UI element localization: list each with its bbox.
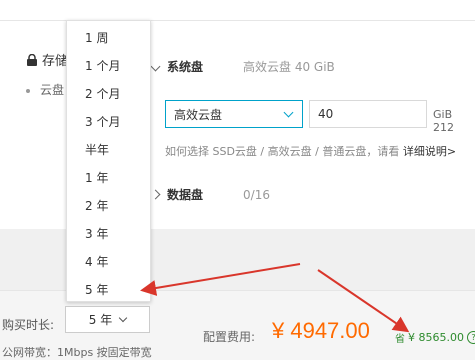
bandwidth-info: 公网带宽：1Mbps 按固定带宽 (2, 346, 152, 359)
disk-help-text: 如何选择 SSD云盘 / 高效云盘 / 普通云盘，请看 详细说明> (165, 143, 456, 159)
dropdown-option[interactable]: 5 年 (85, 281, 108, 298)
data-disk-row[interactable]: 数据盘 0/16 (150, 186, 270, 203)
purchase-duration-select[interactable]: 5 年 (65, 306, 150, 333)
storage-title-label: 存储 (42, 54, 69, 69)
fee-label: 配置费用: (203, 330, 256, 344)
disk-type-value: 高效云盘 (174, 107, 223, 122)
saving-tag: 省 (395, 334, 405, 345)
chevron-down-icon (283, 107, 294, 118)
help-text: 如何选择 SSD云盘 / 高效云盘 / 普通云盘，请看 (165, 145, 400, 158)
system-disk-row[interactable]: 系统盘 高效云盘 40 GiB (150, 58, 335, 75)
saving-info: 省 ¥ 8565.00 ? (395, 330, 475, 345)
purchase-duration-value: 5 年 (88, 313, 113, 327)
dropdown-option[interactable]: 3 个月 (85, 113, 120, 130)
dropdown-option[interactable]: 4 年 (85, 253, 108, 270)
dropdown-option[interactable]: 1 个月 (85, 57, 120, 74)
lock-icon (27, 53, 37, 66)
disk-size-value: 40 (318, 107, 334, 121)
dropdown-option[interactable]: 1 年 (85, 169, 108, 186)
saving-amount: ¥ 8565.00 (408, 331, 464, 344)
dropdown-option[interactable]: 3 年 (85, 225, 108, 242)
chevron-down-icon (118, 313, 128, 323)
dropdown-option[interactable]: 2 个月 (85, 85, 120, 102)
chevron-down-icon (150, 61, 161, 72)
help-circle-icon[interactable]: ? (466, 331, 475, 344)
top-bar (0, 0, 475, 21)
arrow-to-five-year (140, 263, 301, 296)
data-disk-label: 数据盘 (167, 188, 204, 202)
system-disk-label: 系统盘 (167, 60, 204, 74)
data-disk-meta: 0/16 (243, 187, 270, 202)
dropdown-option[interactable]: 1 周 (85, 29, 108, 46)
system-disk-meta: 高效云盘 40 GiB (243, 60, 335, 74)
dropdown-option[interactable]: 2 年 (85, 197, 108, 214)
disk-type-select[interactable]: 高效云盘 (165, 100, 303, 128)
detail-link[interactable]: 详细说明> (403, 145, 456, 158)
duration-dropdown: 1 周 1 个月 2 个月 3 个月 半年 1 年 2 年 3 年 4 年 5 … (66, 20, 151, 302)
total-price: ¥ 4947.00 (272, 318, 370, 343)
disk-size-unit: GiB 212 (433, 108, 454, 134)
dropdown-option[interactable]: 半年 (85, 141, 109, 158)
purchase-duration-label: 购买时长: (2, 318, 55, 332)
storage-bullet-label: 云盘 (40, 83, 65, 97)
disk-size-input[interactable]: 40 (309, 100, 427, 128)
storage-section-title: 存储 (26, 50, 68, 69)
chevron-right-icon (150, 189, 161, 200)
storage-bullet: 云盘 (26, 81, 64, 98)
